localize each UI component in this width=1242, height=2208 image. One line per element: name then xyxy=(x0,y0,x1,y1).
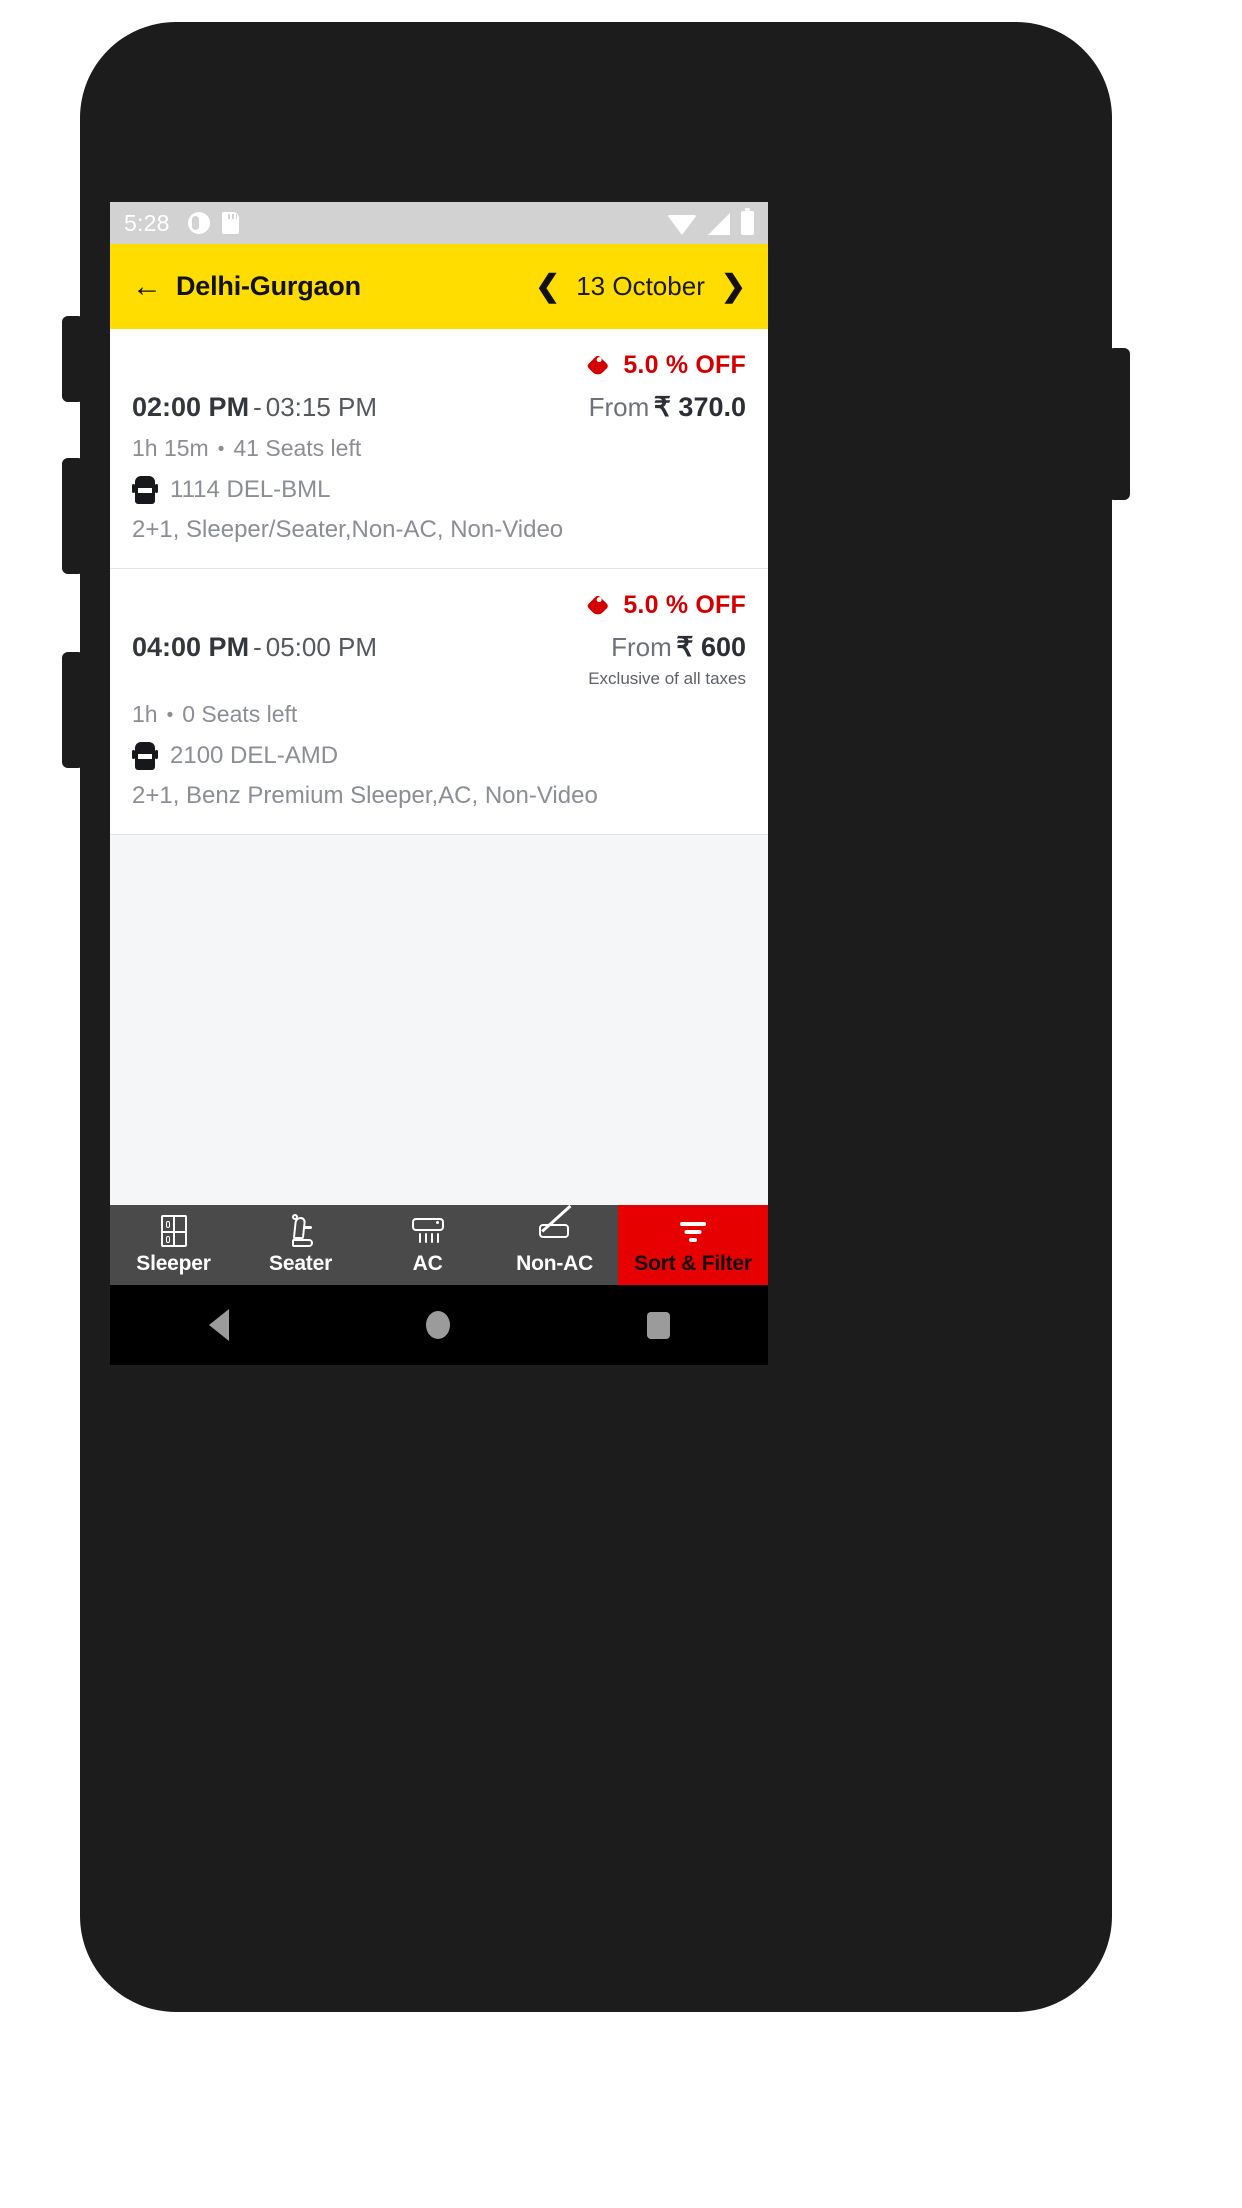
trip-times: 04:00 PM -05:00 PM xyxy=(132,632,377,663)
price-amount: ₹ 600 xyxy=(676,632,746,662)
volume-up-button[interactable] xyxy=(62,316,84,402)
offer-row: 5.0 % OFF xyxy=(132,591,746,620)
sd-card-icon xyxy=(221,212,239,234)
price-tag-icon xyxy=(587,590,618,621)
filter-seater-label: Seater xyxy=(269,1252,333,1275)
filter-ac-label: AC xyxy=(412,1252,443,1275)
offer-badge: 5.0 % OFF xyxy=(591,591,746,620)
price-prefix: From xyxy=(611,632,672,662)
chevron-right-icon[interactable]: ❯ xyxy=(721,271,746,302)
android-recents-icon[interactable] xyxy=(646,1311,670,1339)
offer-badge: 5.0 % OFF xyxy=(591,351,746,380)
offer-row: 5.0 % OFF xyxy=(132,351,746,380)
bus-icon xyxy=(132,476,158,504)
sort-and-filter-label: Sort & Filter xyxy=(634,1252,752,1275)
wifi-icon xyxy=(667,215,697,235)
app-bar: ← Delhi-Gurgaon ❮ 13 October ❯ xyxy=(110,244,768,329)
date-selector: ❮ 13 October ❯ xyxy=(535,271,746,302)
status-bar-left-icons xyxy=(187,212,239,234)
power-button[interactable] xyxy=(1108,348,1130,500)
bus-number-row: 1114 DEL-BML xyxy=(132,476,746,504)
chevron-left-icon[interactable]: ❮ xyxy=(535,271,560,302)
account-circle-icon xyxy=(187,212,210,234)
filter-bar: Sleeper Seater AC Non-AC Sort & Filter xyxy=(110,1204,768,1285)
offer-label: 5.0 % OFF xyxy=(623,591,746,619)
bus-number-row: 2100 DEL-AMD xyxy=(132,742,746,770)
phone-screen: 5:28 ← Delhi-Gurgaon ❮ 13 October ❯ 5.0 … xyxy=(110,202,768,1365)
filter-sleeper-label: Sleeper xyxy=(136,1252,211,1275)
offer-label: 5.0 % OFF xyxy=(623,351,746,379)
bus-result-card[interactable]: 5.0 % OFF 04:00 PM -05:00 PM From ₹ 600 E… xyxy=(110,569,768,835)
screenshot-stage: 5:28 ← Delhi-Gurgaon ❮ 13 October ❯ 5.0 … xyxy=(0,0,1242,2208)
price-prefix: From xyxy=(588,392,650,422)
price-amount: ₹ 370.0 xyxy=(653,392,746,422)
bus-icon xyxy=(132,742,158,770)
departure-time: 04:00 PM xyxy=(132,632,250,662)
filter-non-ac-button[interactable]: Non-AC xyxy=(491,1204,618,1285)
bus-number: 2100 DEL-AMD xyxy=(170,742,339,769)
filter-sleeper-button[interactable]: Sleeper xyxy=(110,1205,237,1285)
departure-time: 02:00 PM xyxy=(132,392,250,422)
android-home-icon[interactable] xyxy=(425,1311,450,1339)
sort-and-filter-button[interactable]: Sort & Filter xyxy=(618,1205,768,1285)
time-separator: - xyxy=(253,392,262,422)
status-bar: 5:28 xyxy=(110,202,768,244)
price-tax-note: Exclusive of all taxes xyxy=(588,669,746,688)
bus-number: 1114 DEL-BML xyxy=(170,476,331,503)
trip-duration: 1h xyxy=(132,701,158,727)
seats-left: 41 Seats left xyxy=(233,435,362,461)
status-bar-clock: 5:28 xyxy=(124,209,170,236)
air-conditioner-icon xyxy=(411,1214,444,1248)
battery-icon xyxy=(741,208,754,235)
meta-dot: • xyxy=(217,438,225,460)
time-separator: - xyxy=(253,632,262,662)
arrival-time: 05:00 PM xyxy=(265,632,378,662)
bus-results-list[interactable]: 5.0 % OFF 02:00 PM -03:15 PM From ₹ 370.0… xyxy=(110,329,768,1285)
signal-icon xyxy=(708,213,730,235)
status-bar-right-icons xyxy=(667,208,754,235)
bus-description: 2+1, Sleeper/Seater,Non-AC, Non-Video xyxy=(132,516,564,543)
filter-ac-button[interactable]: AC xyxy=(364,1205,491,1285)
android-navigation-bar xyxy=(110,1285,768,1365)
trip-meta: 1h 15m • 41 Seats left xyxy=(132,435,746,462)
seats-left: 0 Seats left xyxy=(182,701,298,727)
filter-seater-button[interactable]: Seater xyxy=(237,1205,364,1285)
price-block: From ₹ 600 Exclusive of all taxes xyxy=(588,632,746,689)
air-conditioner-off-icon xyxy=(538,1204,572,1248)
filter-funnel-icon xyxy=(680,1214,707,1248)
android-back-icon[interactable] xyxy=(208,1309,229,1341)
bus-description: 2+1, Benz Premium Sleeper,AC, Non-Video xyxy=(132,782,598,809)
page-title: Delhi-Gurgaon xyxy=(176,271,361,301)
filter-non-ac-label: Non-AC xyxy=(516,1252,594,1275)
trip-meta: 1h • 0 Seats left xyxy=(132,701,746,728)
time-price-row: 02:00 PM -03:15 PM From ₹ 370.0 xyxy=(132,392,746,423)
arrow-left-icon[interactable]: ← xyxy=(132,271,162,302)
bus-result-card[interactable]: 5.0 % OFF 02:00 PM -03:15 PM From ₹ 370.0… xyxy=(110,329,768,569)
meta-dot: • xyxy=(166,704,174,726)
mute-switch-button[interactable] xyxy=(62,652,84,768)
trip-times: 02:00 PM -03:15 PM xyxy=(132,392,377,423)
sleeper-berth-icon xyxy=(160,1214,187,1248)
volume-down-button[interactable] xyxy=(62,458,84,574)
seat-icon xyxy=(287,1214,315,1248)
price-tag-icon xyxy=(587,350,618,381)
arrival-time: 03:15 PM xyxy=(265,392,378,422)
trip-duration: 1h 15m xyxy=(132,435,209,461)
time-price-row: 04:00 PM -05:00 PM From ₹ 600 Exclusive o… xyxy=(132,632,746,689)
selected-date[interactable]: 13 October xyxy=(576,271,705,302)
price-block: From ₹ 370.0 xyxy=(589,392,746,423)
